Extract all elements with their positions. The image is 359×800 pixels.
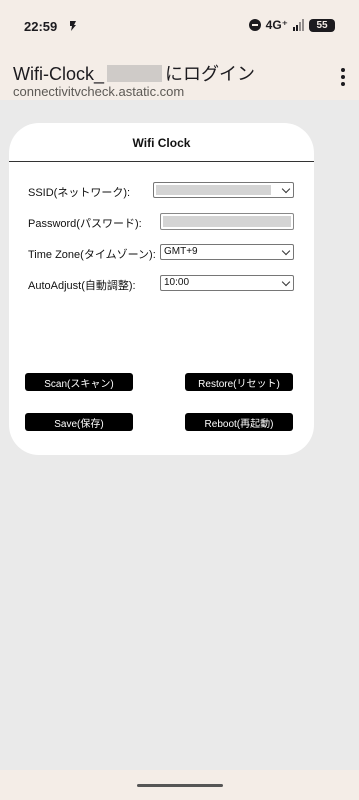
scan-button[interactable]: Scan(スキャン) <box>25 373 133 391</box>
chevron-down-icon <box>281 184 291 194</box>
redacted-value <box>156 185 271 195</box>
redacted-block <box>107 65 163 82</box>
password-input[interactable] <box>160 213 294 230</box>
chevron-down-icon <box>281 277 291 287</box>
signal-icon <box>293 19 304 31</box>
app-notification-icon <box>70 21 76 31</box>
restore-button[interactable]: Restore(リセット) <box>185 373 293 391</box>
autoadjust-value: 10:00 <box>164 277 190 288</box>
status-icons: 4G⁺ 55 <box>248 18 335 32</box>
autoadjust-row: AutoAdjust(自動調整): 10:00 <box>28 275 304 293</box>
page-title-prefix: Wifi-Clock_ <box>13 64 105 84</box>
status-time: 22:59 <box>24 19 58 34</box>
chevron-down-icon <box>281 246 291 256</box>
ssid-row: SSID(ネットワーク): <box>28 182 304 200</box>
timezone-row: Time Zone(タイムゾーン): GMT+9 <box>28 244 304 262</box>
timezone-select[interactable]: GMT+9 <box>160 244 294 260</box>
ssid-select[interactable] <box>153 182 294 198</box>
ssid-label: SSID(ネットワーク): <box>28 187 131 199</box>
battery-icon: 55 <box>309 18 335 32</box>
password-label: Password(パスワード): <box>28 218 142 230</box>
timezone-label: Time Zone(タイムゾーン): <box>28 249 156 261</box>
browser-header: Wifi-Clock_ にログイン connectivitvcheck.astat… <box>0 54 359 100</box>
navigation-bar <box>0 770 359 800</box>
network-type: 4G⁺ <box>265 18 288 32</box>
do-not-disturb-icon <box>248 19 261 31</box>
page-title: Wifi-Clock_ にログイン <box>13 60 255 86</box>
more-vert-icon[interactable] <box>337 68 349 86</box>
password-row: Password(パスワード): <box>28 213 304 231</box>
timezone-value: GMT+9 <box>164 246 198 257</box>
status-bar: 22:59 4G⁺ 55 <box>0 0 359 54</box>
divider <box>9 161 314 162</box>
reboot-button[interactable]: Reboot(再起動) <box>185 413 293 431</box>
page-url: connectivitvcheck.astatic.com <box>13 84 185 99</box>
autoadjust-select[interactable]: 10:00 <box>160 275 294 291</box>
redacted-value <box>163 216 291 227</box>
wifi-clock-card: Wifi Clock SSID(ネットワーク): Password(パスワード)… <box>9 123 314 455</box>
card-title: Wifi Clock <box>132 136 191 150</box>
autoadjust-label: AutoAdjust(自動調整): <box>28 280 136 292</box>
save-button[interactable]: Save(保存) <box>25 413 133 431</box>
page-title-suffix: にログイン <box>165 64 256 84</box>
home-gesture-handle[interactable] <box>137 784 223 787</box>
